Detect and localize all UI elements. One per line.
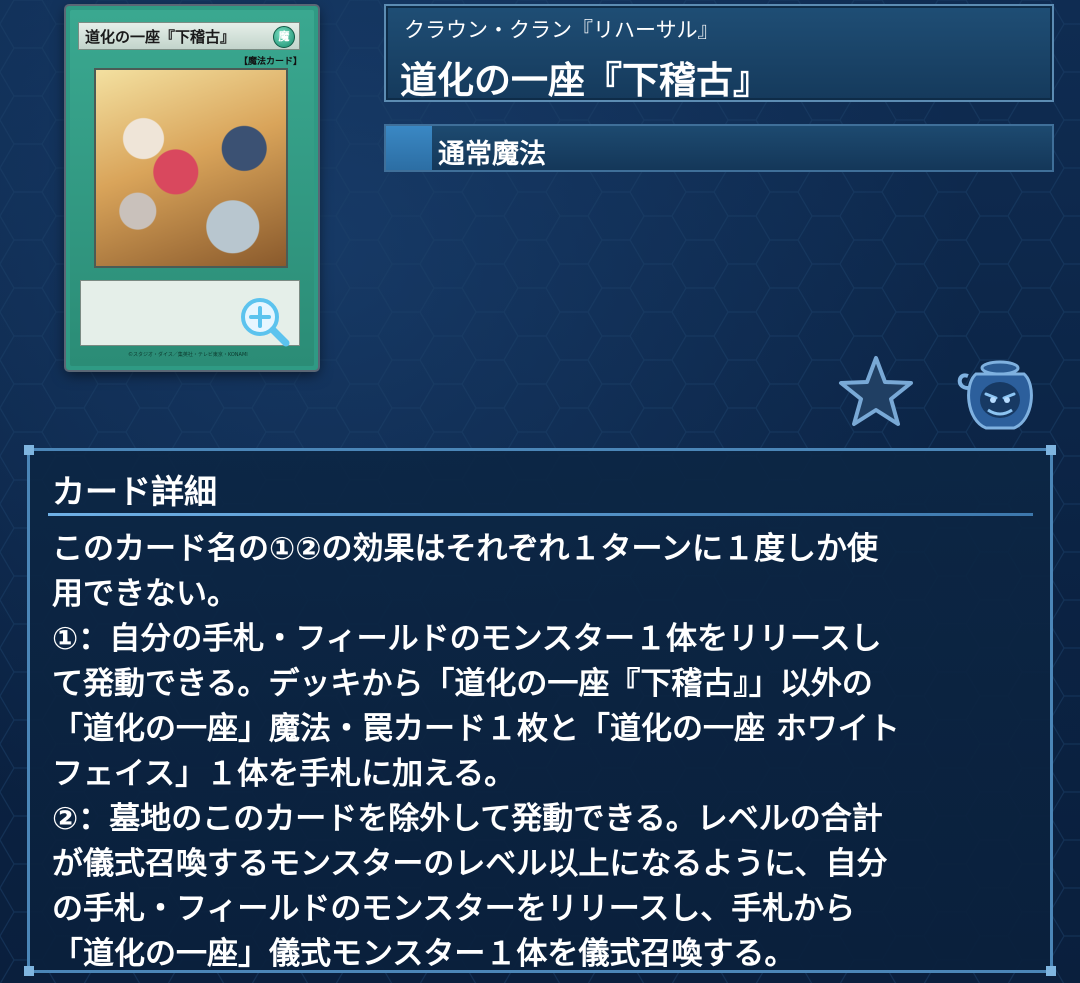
card-name-panel: クラウン・クラン『リハーサル』 道化の一座『下稽古』 — [384, 4, 1054, 102]
effect-text-line: が儀式召喚するモンスターのレベル以上になるように、自分 — [52, 846, 888, 882]
card-effect-text: このカード名の①②の効果はそれぞれ１ターンに１度しか使 用できない。 ①：自分の… — [52, 527, 1042, 977]
effect-text-line: て発動できる。デッキから「道化の一座『下稽古』」以外の — [52, 666, 873, 702]
card-image[interactable]: 道化の一座『下稽古』 魔 【魔法カード】 ©スタジオ・ダイス／集英社・テレビ東京… — [66, 6, 318, 370]
panel-corner — [1046, 445, 1056, 455]
card-image-name: 道化の一座『下稽古』 — [85, 28, 236, 46]
effect-text-line: 「道化の一座」儀式モンスター１体を儀式召喚する。 — [52, 936, 796, 972]
effect-text-line: フェイス」１体を手札に加える。 — [52, 756, 516, 792]
effect-text-line: ①：自分の手札・フィールドのモンスター１体をリリースし — [52, 621, 882, 657]
card-type-color-swatch — [386, 126, 432, 170]
card-image-type-label: 【魔法カード】 — [238, 57, 302, 67]
zoom-in-icon[interactable] — [236, 294, 292, 348]
panel-corner — [24, 445, 34, 455]
star-icon[interactable] — [838, 354, 914, 430]
spell-attribute-icon: 魔 — [273, 26, 295, 48]
card-name: 道化の一座『下稽古』 — [400, 59, 770, 102]
detail-heading: カード詳細 — [52, 472, 217, 511]
card-type: 通常魔法 — [438, 139, 546, 170]
card-type-panel: 通常魔法 — [384, 124, 1054, 172]
card-name-reading: クラウン・クラン『リハーサル』 — [404, 18, 719, 42]
pot-of-greed-icon[interactable] — [954, 354, 1038, 434]
effect-text-line: このカード名の①②の効果はそれぞれ１ターンに１度しか使 — [52, 531, 878, 567]
card-detail-panel: カード詳細 このカード名の①②の効果はそれぞれ１ターンに１度しか使 用できない。… — [24, 445, 1056, 976]
card-image-copyright: ©スタジオ・ダイス／集英社・テレビ東京・KONAMI — [128, 352, 248, 358]
panel-corner — [24, 966, 34, 976]
detail-divider — [48, 513, 1033, 516]
panel-corner — [1046, 966, 1056, 976]
effect-text-line: の手札・フィールドのモンスターをリリースし、手札から — [52, 891, 856, 927]
effect-text-line: ②：墓地のこのカードを除外して発動できる。レベルの合計 — [52, 801, 883, 837]
effect-text-line: 「道化の一座」魔法・罠カード１枚と「道化の一座 ホワイト — [52, 711, 900, 747]
effect-text-line: 用できない。 — [52, 576, 238, 612]
card-image-name-box: 道化の一座『下稽古』 魔 — [78, 22, 300, 50]
card-artwork — [94, 68, 288, 268]
